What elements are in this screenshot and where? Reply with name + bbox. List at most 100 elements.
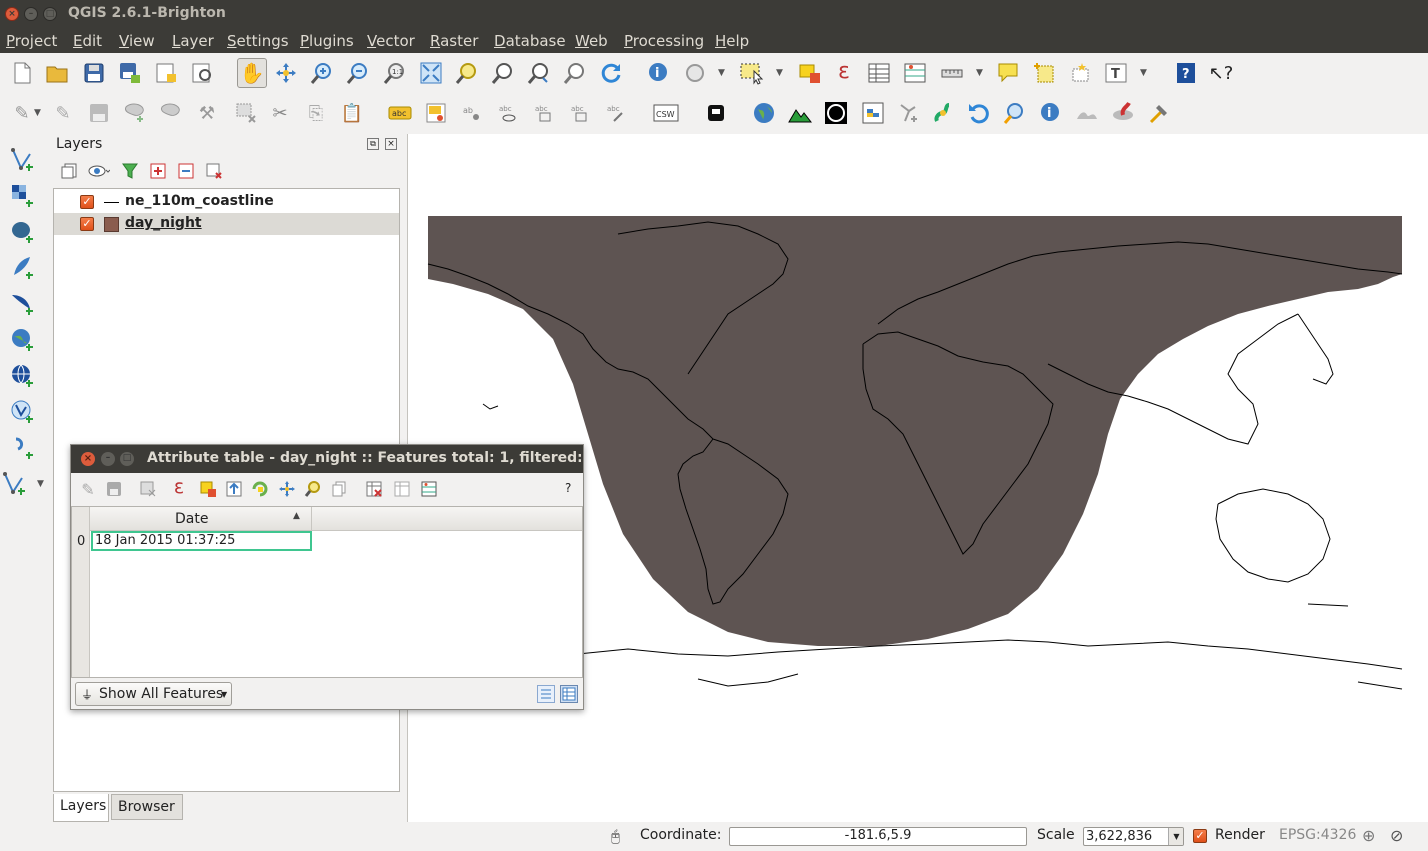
add-feature-icon[interactable] (122, 100, 148, 126)
crs-label[interactable]: EPSG:4326 (1279, 827, 1356, 843)
menu-edit[interactable]: Edit (73, 32, 102, 50)
zoom-native-icon[interactable]: 1:1 (382, 60, 408, 86)
help-icon[interactable]: ? (565, 481, 571, 495)
select-by-expression-icon[interactable]: ε (831, 58, 857, 84)
zoom-next-icon[interactable] (562, 60, 588, 86)
show-bookmarks-icon[interactable] (1067, 60, 1093, 86)
add-postgis-layer-icon[interactable] (10, 219, 36, 245)
pan-to-selected-icon[interactable] (274, 476, 300, 502)
minimize-window-button[interactable]: – (24, 7, 38, 21)
close-attribute-table-button[interactable]: × (81, 452, 95, 466)
paste-features-icon[interactable]: 📋 (339, 100, 365, 126)
add-wfs-layer-icon[interactable] (10, 399, 36, 425)
remove-layer-icon[interactable] (201, 158, 227, 184)
plugin-black-icon[interactable] (703, 100, 729, 126)
menu-help[interactable]: Help (715, 32, 749, 50)
coordinate-field[interactable]: -181.6,5.9 (729, 827, 1027, 846)
zoom-to-selection-icon[interactable] (454, 60, 480, 86)
close-window-button[interactable]: × (5, 7, 19, 21)
select-features-icon[interactable] (739, 60, 765, 86)
show-hide-labels-icon[interactable]: abc (495, 100, 521, 126)
openlayers-icon[interactable] (823, 100, 849, 126)
measure-dropdown-icon[interactable]: ▼ (976, 60, 986, 86)
menu-raster[interactable]: Raster (430, 32, 478, 50)
save-project-icon[interactable] (81, 60, 107, 86)
cut-features-icon[interactable]: ✂ (267, 100, 293, 126)
menu-settings[interactable]: Settings (227, 32, 289, 50)
zoom-in-icon[interactable] (309, 60, 335, 86)
move-selection-to-top-icon[interactable] (221, 476, 247, 502)
collapse-all-icon[interactable] (173, 158, 199, 184)
save-as-icon[interactable] (117, 60, 143, 86)
menu-web[interactable]: Web (575, 32, 608, 50)
tab-browser[interactable]: Browser (111, 794, 183, 820)
current-edits-dropdown-icon[interactable]: ▼ (34, 100, 44, 126)
toggle-editing-icon[interactable]: ✎ (75, 476, 101, 502)
zoom-full-icon[interactable] (418, 60, 444, 86)
field-calculator-icon[interactable] (416, 476, 442, 502)
georeferencer-icon[interactable] (930, 100, 956, 126)
layer-visibility-checkbox[interactable]: ✓ (80, 217, 94, 231)
refresh-icon[interactable] (598, 60, 624, 86)
menu-vector[interactable]: Vector (367, 32, 415, 50)
field-calculator-icon[interactable] (902, 60, 928, 86)
add-group-icon[interactable] (56, 158, 82, 184)
measure-line-icon[interactable] (939, 60, 965, 86)
select-tool-icon[interactable] (682, 60, 708, 86)
menu-project[interactable]: Project (6, 32, 57, 50)
copy-selected-rows-icon[interactable] (327, 476, 353, 502)
filter-legend-icon[interactable] (117, 158, 143, 184)
column-header-date[interactable]: Date ▲ (90, 507, 312, 531)
whats-this-icon[interactable]: ↖? (1208, 60, 1234, 86)
open-project-icon[interactable] (44, 60, 70, 86)
new-bookmark-icon[interactable] (1032, 60, 1058, 86)
unselect-all-icon[interactable] (195, 476, 221, 502)
toggle-editing-icon[interactable]: ✎ (50, 100, 76, 126)
move-label-icon[interactable]: abc (531, 100, 557, 126)
csw-icon[interactable]: CSW (653, 100, 679, 126)
zoom-to-layer-icon[interactable] (490, 60, 516, 86)
new-project-icon[interactable] (9, 60, 35, 86)
add-delimited-text-layer-icon[interactable] (10, 435, 36, 461)
layer-visibility-checkbox[interactable]: ✓ (80, 195, 94, 209)
add-vector-layer-icon[interactable] (10, 147, 36, 173)
change-label-icon[interactable]: abc (603, 100, 629, 126)
zoom-out-icon[interactable] (345, 60, 371, 86)
layer-row-coastline[interactable]: ✓ ne_110m_coastline (54, 191, 399, 213)
tab-layers[interactable]: Layers (53, 794, 109, 822)
hammer-tool-icon[interactable] (1146, 100, 1172, 126)
zoom-to-selected-icon[interactable] (300, 476, 326, 502)
hillshade-icon[interactable] (1074, 100, 1100, 126)
pin-labels-icon[interactable]: ab (459, 100, 485, 126)
annotation-dropdown-icon[interactable]: ▼ (1140, 60, 1150, 86)
scale-combobox[interactable]: 3,622,836 ▼ (1083, 827, 1184, 846)
selected-cell[interactable]: 18 Jan 2015 01:37:25 (91, 531, 312, 551)
invert-selection-icon[interactable] (247, 476, 273, 502)
identify-features-icon[interactable]: i (646, 60, 672, 86)
row-index[interactable]: 0 (77, 534, 85, 549)
add-mssql-layer-icon[interactable] (10, 291, 36, 317)
float-panel-icon[interactable]: ⧉ (367, 138, 379, 150)
new-column-icon[interactable] (389, 476, 415, 502)
heatmap-icon[interactable] (1110, 100, 1136, 126)
show-features-filter-button[interactable]: ⏚ Show All Features ▼ (75, 682, 232, 706)
render-checkbox[interactable]: ✓ (1193, 829, 1207, 843)
form-view-icon[interactable] (537, 685, 555, 703)
node-tool-icon[interactable]: ⚒ (194, 100, 220, 126)
select-by-expression-icon[interactable]: ε (166, 474, 192, 500)
map-tips-icon[interactable] (995, 60, 1021, 86)
save-layer-edits-icon[interactable] (86, 100, 112, 126)
python-console-icon[interactable] (860, 100, 886, 126)
globe-icon[interactable] (751, 100, 777, 126)
rotate-label-icon[interactable]: abc (567, 100, 593, 126)
table-view-icon[interactable] (560, 685, 578, 703)
maximize-attribute-table-button[interactable]: □ (120, 452, 134, 466)
crs-globe-icon[interactable]: ⊕ (1362, 826, 1375, 845)
current-edits-icon[interactable]: ✎ (9, 100, 35, 126)
minimize-attribute-table-button[interactable]: – (101, 452, 115, 466)
zoom-last-icon[interactable] (526, 60, 552, 86)
menu-layer[interactable]: Layer (172, 32, 214, 50)
add-wms-layer-icon[interactable] (10, 327, 36, 353)
coordinate-toggle-icon[interactable]: 🖰 (611, 827, 620, 845)
open-attribute-table-icon[interactable] (866, 60, 892, 86)
